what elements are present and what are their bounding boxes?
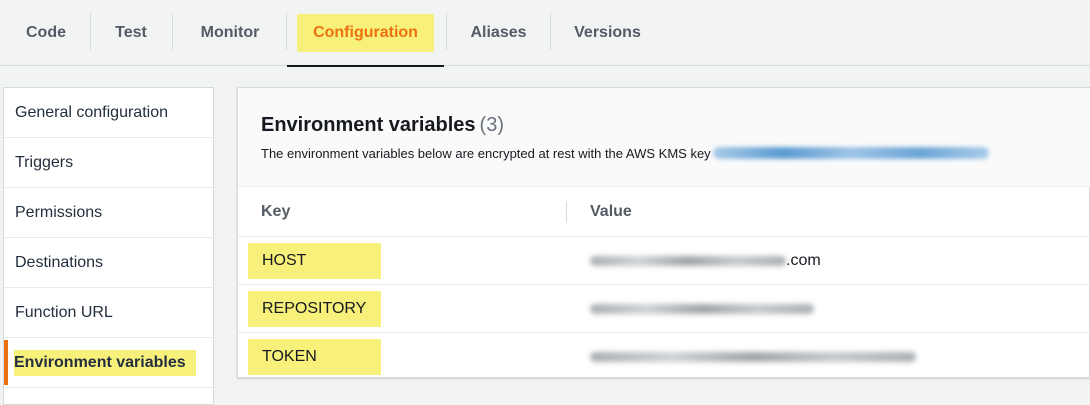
variable-key: REPOSITORY: [248, 291, 381, 327]
sidebar-item-label: Function URL: [15, 303, 113, 321]
tab-bar: Code Test Monitor Configuration Aliases …: [0, 0, 1090, 67]
sidebar-item-label: Environment variables: [14, 349, 196, 376]
panel-description: The environment variables below are encr…: [261, 146, 989, 161]
sidebar-item-general-configuration[interactable]: General configuration: [4, 88, 213, 138]
column-divider: [566, 201, 567, 223]
kms-key-link[interactable]: [712, 147, 989, 159]
tab-test[interactable]: Test: [92, 0, 170, 66]
tab-divider: [172, 13, 173, 50]
sidebar-item-destinations[interactable]: Destinations: [4, 238, 213, 288]
sidebar-item-environment-variables[interactable]: Environment variables: [4, 338, 213, 388]
sidebar-item-function-url[interactable]: Function URL: [4, 288, 213, 338]
redacted-value: [590, 256, 786, 266]
panel-header: Environment variables (3) The environment…: [238, 88, 1090, 187]
variable-value: .com: [590, 237, 821, 285]
variable-count: (3): [479, 114, 504, 136]
sidebar-item-label: Destinations: [15, 253, 104, 271]
variable-value: [590, 333, 916, 381]
value-visible-suffix: .com: [786, 252, 821, 269]
sidebar-item-triggers[interactable]: Triggers: [4, 138, 213, 188]
column-header-key: Key: [261, 203, 291, 220]
tab-aliases[interactable]: Aliases: [447, 0, 550, 66]
sidebar-item-label: Permissions: [15, 203, 103, 221]
kms-description-text: The environment variables below are encr…: [261, 146, 711, 161]
panel-title: Environment variables (3): [261, 114, 504, 137]
tab-versions[interactable]: Versions: [551, 0, 664, 66]
variable-value: [590, 285, 814, 333]
tab-label: Test: [115, 24, 147, 41]
sidebar-item-permissions[interactable]: Permissions: [4, 188, 213, 238]
tab-label: Monitor: [200, 24, 260, 41]
sidebar-item-label: General configuration: [15, 103, 168, 121]
sidebar-item-label: Triggers: [15, 153, 74, 171]
tab-divider: [90, 13, 91, 50]
tab-label: Aliases: [470, 24, 527, 41]
table-row: REPOSITORY: [238, 285, 1090, 333]
tab-label: Versions: [574, 24, 641, 41]
table-row: TOKEN: [238, 333, 1090, 381]
tab-configuration[interactable]: Configuration: [287, 0, 444, 67]
tab-monitor[interactable]: Monitor: [174, 0, 286, 66]
variable-key: TOKEN: [248, 339, 381, 375]
config-side-nav: General configuration Triggers Permissio…: [3, 87, 214, 405]
environment-variables-panel: Environment variables (3) The environment…: [237, 87, 1090, 378]
variable-key: HOST: [248, 243, 381, 279]
redacted-value: [590, 352, 916, 362]
tab-label: Configuration: [297, 14, 434, 52]
tab-label: Code: [26, 24, 66, 41]
column-header-value: Value: [590, 203, 632, 220]
tab-code[interactable]: Code: [4, 0, 88, 66]
table-row: HOST .com: [238, 237, 1090, 285]
redacted-value: [590, 304, 814, 314]
panel-title-text: Environment variables: [261, 114, 476, 136]
